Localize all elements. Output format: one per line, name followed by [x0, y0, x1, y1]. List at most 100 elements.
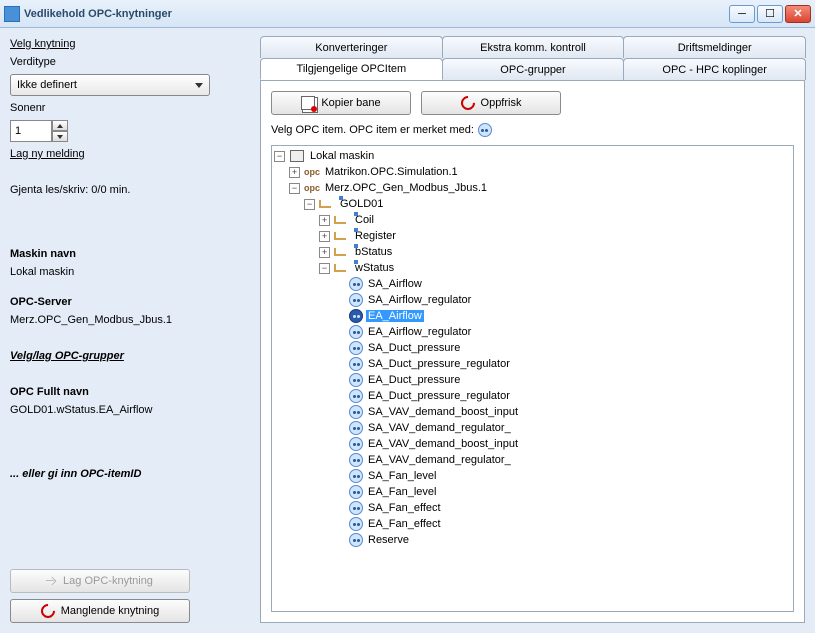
opc-tree[interactable]: −Lokal maskin+opcMatrikon.OPC.Simulation… — [271, 145, 794, 612]
value-type-select[interactable]: Ikke definert — [10, 74, 210, 96]
new-message-link[interactable]: Lag ny melding — [10, 148, 250, 160]
tree-root[interactable]: −Lokal maskin — [274, 148, 791, 164]
tab-hpc-koplinger[interactable]: OPC - HPC koplinger — [623, 58, 806, 80]
tree-opc-item[interactable]: SA_Duct_pressure_regulator — [274, 356, 791, 372]
tab-row-1: Konverteringer Ekstra komm. kontroll Dri… — [260, 36, 805, 58]
tab-ekstra-komm[interactable]: Ekstra komm. kontroll — [442, 36, 625, 58]
close-button[interactable]: ✕ — [785, 5, 811, 23]
tree-label: SA_Airflow_regulator — [366, 294, 473, 306]
tree-opc-item[interactable]: SA_Fan_effect — [274, 500, 791, 516]
tree-label: Register — [353, 230, 398, 242]
missing-binding-button[interactable]: Manglende knytning — [10, 599, 190, 623]
tree-server[interactable]: −opcMerz.OPC_Gen_Modbus_Jbus.1 — [274, 180, 791, 196]
tree-server[interactable]: +opcMatrikon.OPC.Simulation.1 — [274, 164, 791, 180]
or-enter-label: ... eller gi inn OPC-itemID — [10, 468, 250, 480]
tree-opc-item[interactable]: SA_Airflow — [274, 276, 791, 292]
opc-item-icon — [349, 533, 363, 547]
opc-item-icon — [349, 517, 363, 531]
opc-item-icon — [349, 389, 363, 403]
expander-icon[interactable]: + — [319, 215, 330, 226]
tree-opc-item[interactable]: Reserve — [274, 532, 791, 548]
tree-label: SA_VAV_demand_boost_input — [366, 406, 520, 418]
refresh-button[interactable]: Oppfrisk — [421, 91, 561, 115]
server-label: OPC-Server — [10, 296, 250, 308]
tree-label: Reserve — [366, 534, 411, 546]
expander-icon[interactable]: − — [304, 199, 315, 210]
opc-item-icon — [349, 357, 363, 371]
tree-opc-item[interactable]: SA_VAV_demand_regulator_ — [274, 420, 791, 436]
tree-label: EA_Fan_level — [366, 486, 439, 498]
tree-label: SA_Airflow — [366, 278, 424, 290]
branch-icon — [334, 213, 350, 227]
copy-icon — [301, 96, 315, 110]
opc-item-icon — [349, 437, 363, 451]
branch-icon — [334, 229, 350, 243]
tree-opc-item[interactable]: EA_VAV_demand_boost_input — [274, 436, 791, 452]
minimize-button[interactable]: ─ — [729, 5, 755, 23]
arrow-icon — [48, 577, 56, 585]
branch-icon — [334, 261, 350, 275]
tree-opc-item[interactable]: EA_Duct_pressure — [274, 372, 791, 388]
tree-opc-item[interactable]: EA_Fan_effect — [274, 516, 791, 532]
tree-opc-item[interactable]: EA_Fan_level — [274, 484, 791, 500]
server-value: Merz.OPC_Gen_Modbus_Jbus.1 — [10, 314, 250, 326]
tree-opc-item[interactable]: SA_Fan_level — [274, 468, 791, 484]
tree-label: EA_VAV_demand_regulator_ — [366, 454, 513, 466]
groups-link[interactable]: Velg/lag OPC-grupper — [10, 350, 250, 362]
tree-label: SA_VAV_demand_regulator_ — [366, 422, 513, 434]
main-panel: Konverteringer Ekstra komm. kontroll Dri… — [260, 28, 815, 633]
opc-item-icon — [349, 453, 363, 467]
opc-item-icon — [349, 325, 363, 339]
tree-opc-item[interactable]: EA_Airflow — [274, 308, 791, 324]
create-binding-button: Lag OPC-knytning — [10, 569, 190, 593]
opc-item-icon — [349, 469, 363, 483]
copy-path-button[interactable]: Kopier bane — [271, 91, 411, 115]
machine-value: Lokal maskin — [10, 266, 250, 278]
tree-branch[interactable]: +bStatus — [274, 244, 791, 260]
opc-item-icon — [349, 373, 363, 387]
tab-tilgjengelige[interactable]: Tilgjengelige OPCItem — [260, 58, 443, 80]
tree-branch[interactable]: +Coil — [274, 212, 791, 228]
tree-branch[interactable]: − GOLD01 — [274, 196, 791, 212]
sidebar: Velg knytning Verditype Ikke definert So… — [0, 28, 260, 633]
fullname-label: OPC Fullt navn — [10, 386, 250, 398]
zone-spinner[interactable] — [10, 120, 250, 142]
tab-opc-grupper[interactable]: OPC-grupper — [442, 58, 625, 80]
expander-icon[interactable]: − — [274, 151, 285, 162]
zone-down-button[interactable] — [52, 131, 68, 142]
maximize-button[interactable]: ☐ — [757, 5, 783, 23]
zone-up-button[interactable] — [52, 120, 68, 131]
tree-opc-item[interactable]: EA_Duct_pressure_regulator — [274, 388, 791, 404]
zone-input[interactable] — [10, 120, 52, 142]
tab-konverteringer[interactable]: Konverteringer — [260, 36, 443, 58]
expander-icon[interactable]: − — [289, 183, 300, 194]
chevron-down-icon — [195, 83, 203, 88]
opc-item-icon — [349, 309, 363, 323]
tree-opc-item[interactable]: SA_Duct_pressure — [274, 340, 791, 356]
opc-item-icon — [349, 277, 363, 291]
expander-icon[interactable]: − — [319, 263, 330, 274]
tree-label: EA_VAV_demand_boost_input — [366, 438, 520, 450]
tree-opc-item[interactable]: EA_Airflow_regulator — [274, 324, 791, 340]
tab-row-2: Tilgjengelige OPCItem OPC-grupper OPC - … — [260, 58, 805, 80]
opc-server-icon: opc — [304, 165, 320, 179]
tree-opc-item[interactable]: SA_Airflow_regulator — [274, 292, 791, 308]
expander-icon[interactable]: + — [319, 231, 330, 242]
tree-opc-item[interactable]: EA_VAV_demand_regulator_ — [274, 452, 791, 468]
opc-item-icon — [349, 421, 363, 435]
tree-branch[interactable]: −wStatus — [274, 260, 791, 276]
fullname-value: GOLD01.wStatus.EA_Airflow — [10, 404, 250, 416]
expander-icon[interactable]: + — [289, 167, 300, 178]
tab-driftsmeldinger[interactable]: Driftsmeldinger — [623, 36, 806, 58]
opc-server-icon: opc — [304, 181, 320, 195]
expander-icon[interactable]: + — [319, 247, 330, 258]
tree-opc-item[interactable]: SA_VAV_demand_boost_input — [274, 404, 791, 420]
tree-label: GOLD01 — [338, 198, 385, 210]
tree-branch[interactable]: + Register — [274, 228, 791, 244]
titlebar[interactable]: Vedlikehold OPC-knytninger ─ ☐ ✕ — [0, 0, 815, 28]
zone-label: Sonenr — [10, 102, 250, 114]
select-binding-link[interactable]: Velg knytning — [10, 38, 250, 50]
opc-item-icon — [349, 485, 363, 499]
repeat-text: Gjenta les/skriv: 0/0 min. — [10, 184, 250, 196]
tree-label: SA_Fan_level — [366, 470, 439, 482]
